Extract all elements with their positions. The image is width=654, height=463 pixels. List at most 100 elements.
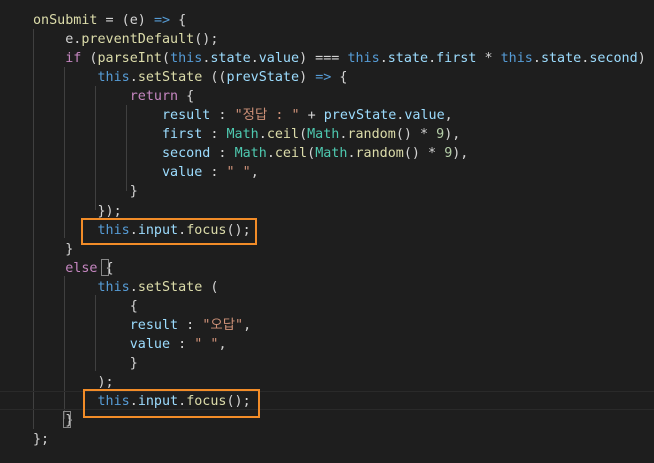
code-token: => [153, 13, 171, 28]
code-token: . [428, 51, 437, 67]
code-line[interactable]: result : "정답 : " + prevState.value, [0, 106, 654, 125]
code-token: . [266, 146, 275, 162]
bracket-match-open [101, 259, 109, 276]
code-token: this [97, 279, 130, 295]
code-token: value [129, 336, 171, 352]
code-token: setState [137, 70, 203, 86]
code-line[interactable]: value : " ", [0, 335, 654, 354]
code-token: . [258, 127, 267, 143]
code-token: Math [226, 127, 259, 143]
code-token: { [170, 13, 187, 28]
code-token: value [258, 51, 300, 67]
bracket-match-close [63, 411, 71, 428]
code-token: } [33, 184, 138, 200]
code-token: : [202, 127, 227, 143]
code-line[interactable]: result : "오답", [0, 316, 654, 335]
code-token: "오답" [202, 317, 244, 333]
code-token: ceil [266, 127, 300, 143]
code-line[interactable]: } [0, 354, 654, 373]
code-token: first [162, 127, 203, 143]
code-line[interactable]: first : Math.ceil(Math.random() * 9), [0, 125, 654, 144]
code-token: { [33, 298, 138, 314]
code-token: }); [33, 203, 122, 219]
code-line[interactable]: e.preventDefault(); [0, 30, 654, 49]
code-token: , [444, 108, 453, 124]
annotation-box-else-focus [83, 389, 260, 418]
code-token: ( [202, 279, 219, 295]
code-token: } [33, 355, 138, 371]
code-line[interactable]: if (parseInt(this.state.value) === this.… [0, 49, 654, 68]
code-token: this [170, 51, 203, 67]
code-line[interactable]: value : " ", [0, 163, 654, 182]
code-token: if [65, 51, 82, 67]
code-line[interactable]: return { [0, 87, 654, 106]
code-token: ), [444, 127, 461, 143]
code-line[interactable]: } [0, 182, 654, 201]
code-token: state [540, 51, 582, 67]
code-token: random [355, 146, 404, 162]
code-token: . [250, 51, 259, 67]
code-token: : [178, 317, 203, 333]
code-token: { [331, 70, 348, 86]
code-token: . [379, 51, 388, 67]
code-token: ( [81, 51, 98, 67]
code-token: () * [403, 146, 445, 162]
code-line[interactable]: else { [0, 259, 654, 278]
code-line[interactable]: onSubmit = (e) => { [0, 11, 654, 30]
code-token: else [65, 260, 98, 276]
code-token: . [347, 146, 356, 162]
code-token: , [218, 336, 227, 352]
code-token: : [202, 165, 227, 181]
code-token: ceil [274, 146, 308, 162]
code-token: random [347, 127, 396, 143]
code-token: first [436, 51, 477, 67]
code-token: : [210, 108, 235, 124]
code-token: , [243, 317, 252, 333]
code-token: this [347, 51, 380, 67]
code-token: ), [452, 146, 469, 162]
code-token: ); [33, 374, 114, 390]
code-token: . [129, 279, 138, 295]
code-token: { [178, 89, 195, 105]
code-line[interactable]: { [0, 297, 654, 316]
code-token: e. [33, 32, 82, 48]
code-token: preventDefault [81, 32, 195, 48]
code-token: Math [315, 146, 348, 162]
annotation-box-if-focus [81, 218, 257, 245]
code-token: this [500, 51, 533, 67]
code-token: = (e) [97, 13, 154, 28]
code-token: " " [226, 165, 251, 181]
code-token: second [162, 146, 211, 162]
code-editor[interactable]: onSubmit = (e) => { e.preventDefault(); … [0, 0, 654, 463]
code-token: : [210, 146, 235, 162]
code-token: " " [194, 336, 219, 352]
code-token: ) { [637, 51, 654, 67]
code-token: * [476, 51, 501, 67]
code-token: Math [234, 146, 267, 162]
code-token: parseInt [97, 51, 163, 67]
code-token: (( [202, 70, 227, 86]
code-token: }; [33, 432, 50, 448]
code-token: => [315, 70, 332, 86]
code-token: ) [299, 70, 316, 86]
code-token: onSubmit [33, 13, 98, 28]
code-token: () * [395, 127, 437, 143]
code-token: ( [299, 127, 308, 143]
code-line[interactable]: second : Math.ceil(Math.random() * 9), [0, 144, 654, 163]
code-line[interactable]: this.setState ((prevState) => { [0, 68, 654, 87]
code-token: Math [307, 127, 340, 143]
code-token: prevState [323, 108, 397, 124]
code-line[interactable]: this.setState ( [0, 278, 654, 297]
code-token: result [129, 317, 179, 333]
code-token: : [170, 336, 195, 352]
code-token: + [299, 108, 324, 124]
code-token: . [129, 70, 138, 86]
code-line[interactable]: }; [0, 430, 654, 449]
code-token: 9 [436, 127, 445, 143]
